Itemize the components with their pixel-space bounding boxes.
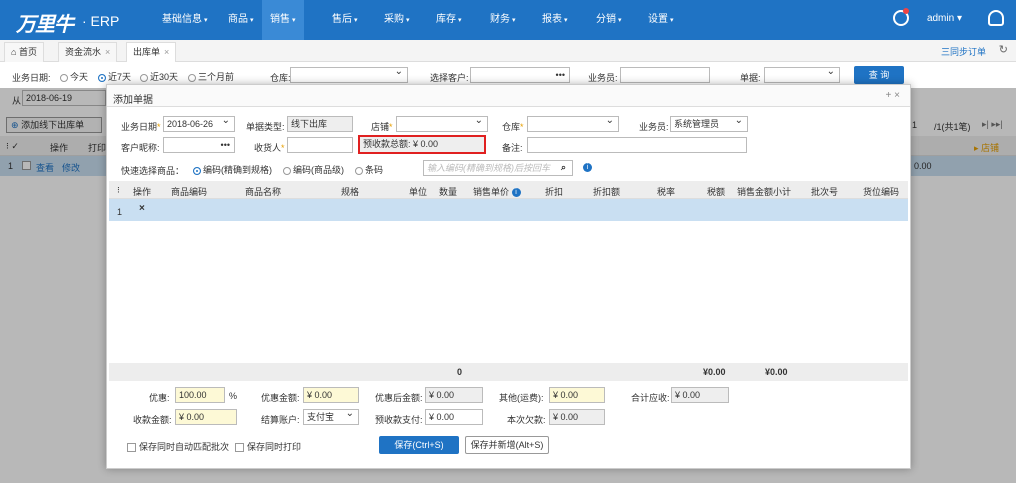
search-button[interactable]: 查 询 (854, 66, 904, 84)
warehouse-label-modal: 仓库* (502, 122, 524, 132)
salesman-label-modal: 业务员: (639, 122, 669, 132)
receiver-input[interactable] (287, 137, 353, 153)
quick-select-label: 快速选择商品： (121, 166, 185, 176)
save-button[interactable]: 保存(Ctrl+S) (379, 436, 459, 454)
radio-30days[interactable]: 近30天 (140, 70, 178, 83)
doc-label: 单据: (740, 73, 761, 83)
salesman-select[interactable]: 系统管理员 (670, 116, 748, 132)
received-input[interactable]: ¥ 0.00 (175, 409, 237, 425)
customer-label-modal: 客户昵称: (121, 143, 160, 153)
total-receivable-label: 合计应收: (631, 393, 670, 403)
tab-fund-flow[interactable]: 资金流水 × (58, 42, 118, 62)
tab-outbound-order[interactable]: 出库单 × (126, 42, 177, 62)
dialog-controls[interactable]: + × (886, 90, 900, 101)
radio-code-exact[interactable]: 编码(精确到规格) (193, 163, 272, 176)
brand-erp-label: · ERP (82, 13, 120, 29)
after-discount-label: 优惠后金额: (375, 393, 423, 403)
nav-sales[interactable]: 销售 ▾ (262, 0, 304, 40)
prepay-pay-label: 预收款支付: (375, 415, 423, 425)
table-footer: 0 ¥0.00 ¥0.00 (109, 363, 908, 381)
tab-home[interactable]: ⌂ 首页 (4, 42, 44, 62)
after-discount-field: ¥ 0.00 (425, 387, 483, 403)
remark-input[interactable] (527, 137, 747, 153)
home-icon: ⌂ (11, 47, 19, 57)
notification-dot (903, 8, 909, 14)
sync-orders-button[interactable]: 三同步订单 (941, 45, 986, 58)
table-row[interactable]: 1 × (109, 199, 908, 221)
doc-type-field: 线下出库 (287, 116, 353, 132)
biz-date-label: 业务日期* (121, 122, 161, 132)
store-label: 店铺* (371, 122, 393, 132)
dialog-title-bar: 添加单据 + × (107, 85, 910, 107)
prepay-pay-input[interactable]: ¥ 0.00 (425, 409, 483, 425)
save-and-new-button[interactable]: 保存并新增(Alt+S) (465, 436, 549, 454)
received-label: 收款金额: (133, 415, 172, 425)
radio-3months[interactable]: 三个月前 (188, 70, 234, 83)
total-receivable-field: ¥ 0.00 (671, 387, 729, 403)
doc-type-label: 单据类型: (246, 122, 285, 132)
salesman-label: 业务员: (588, 73, 618, 83)
date-label: 业务日期: (12, 73, 51, 83)
customer-input[interactable]: ••• (163, 137, 235, 153)
other-fee-label: 其他(运费): (499, 393, 544, 403)
nav-distribution[interactable]: 分销 ▾ (590, 0, 628, 40)
save-print-checkbox[interactable]: 保存同时打印 (235, 440, 301, 453)
auto-batch-checkbox[interactable]: 保存同时自动匹配批次 (127, 440, 229, 453)
warehouse-label: 仓库: (270, 73, 291, 83)
customer-picker[interactable]: ••• (470, 67, 570, 83)
owed-label: 本次欠款: (507, 415, 546, 425)
account-label: 结算账户: (261, 415, 300, 425)
info-icon[interactable]: i (511, 188, 521, 198)
discount-unit: % (229, 391, 238, 401)
nav-after-sales[interactable]: 售后 ▾ (326, 0, 364, 40)
brand-logo: 万里牛 (16, 12, 74, 36)
salesman-input[interactable] (620, 67, 710, 83)
store-select[interactable] (396, 116, 488, 132)
dialog-title: 添加单据 (113, 95, 153, 106)
nav-reports[interactable]: 报表 ▾ (536, 0, 574, 40)
add-document-dialog: 添加单据+ × 业务日期* 2018-06-26 单据类型: 线下出库 店铺* … (106, 84, 911, 469)
radio-code-goods[interactable]: 编码(商品级) (283, 163, 344, 176)
headset-icon[interactable] (988, 10, 1004, 26)
scan-input[interactable]: 输入编码(精确到规格)后按回车 (423, 160, 573, 176)
user-menu[interactable]: admin ▾ (927, 13, 962, 24)
goods-table-header: ⁝ 操作 商品编码 商品名称 规格 单位 数量 销售单价 i 折扣 折扣额 税率… (109, 181, 908, 199)
nav-basic-info[interactable]: 基础信息 ▾ (156, 0, 214, 40)
warehouse-select-modal[interactable] (527, 116, 619, 132)
highlight-box (358, 135, 486, 154)
nav-goods[interactable]: 商品 ▾ (222, 0, 260, 40)
discount-label: 优惠: (149, 393, 170, 403)
discount-input[interactable]: 100.00 (175, 387, 225, 403)
nav-purchase[interactable]: 采购 ▾ (378, 0, 416, 40)
remark-label: 备注: (502, 143, 523, 153)
discount-amount-input[interactable]: ¥ 0.00 (303, 387, 359, 403)
nav-settings[interactable]: 设置 ▾ (642, 0, 680, 40)
customer-label: 选择客户: (430, 73, 469, 83)
radio-7days[interactable]: 近7天 (98, 70, 131, 83)
doc-select[interactable] (764, 67, 840, 83)
delete-row-icon[interactable]: × (139, 203, 145, 214)
radio-today[interactable]: 今天 (60, 70, 88, 83)
receiver-label: 收货人* (254, 143, 285, 153)
account-select[interactable]: 支付宝 (303, 409, 359, 425)
nav-inventory[interactable]: 库存 ▾ (430, 0, 468, 40)
close-icon[interactable]: × (164, 47, 169, 57)
refresh-icon[interactable]: ↻ (999, 43, 1008, 56)
biz-date-input[interactable]: 2018-06-26 (163, 116, 235, 132)
other-fee-input[interactable]: ¥ 0.00 (549, 387, 605, 403)
radio-barcode[interactable]: 条码 (355, 163, 383, 176)
close-icon[interactable]: × (105, 47, 110, 57)
search-icon[interactable]: ⌕ (561, 162, 566, 173)
nav-finance[interactable]: 财务 ▾ (484, 0, 522, 40)
tab-bar: ⌂ 首页 资金流水 × 出库单 × 三同步订单 ↻ (0, 40, 1016, 62)
discount-amount-label: 优惠金额: (261, 393, 300, 403)
top-nav-bar: 万里牛 · ERP 基础信息 ▾ 商品 ▾ 销售 ▾ 售后 ▾ 采购 ▾ 库存 ▾ 财务 ▾ … (0, 0, 1016, 40)
warehouse-select[interactable] (290, 67, 408, 83)
info-icon[interactable]: i (583, 163, 592, 172)
owed-field: ¥ 0.00 (549, 409, 605, 425)
